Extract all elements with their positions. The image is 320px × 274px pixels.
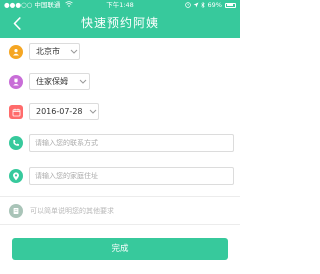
submit-button[interactable]: 完成 — [12, 238, 228, 260]
date-value: 2016-07-28 — [36, 107, 83, 116]
chevron-down-icon — [70, 49, 78, 54]
worker-icon — [9, 75, 23, 89]
phone-icon — [9, 136, 23, 150]
bluetooth-icon — [201, 1, 206, 8]
phone-placeholder: 请输入您的联系方式 — [35, 139, 98, 147]
service-row: 住家保姆 — [0, 72, 240, 92]
date-select[interactable]: 2016-07-28 — [29, 103, 99, 120]
address-row: 请输入您的家庭住址 — [0, 165, 240, 187]
phone-row: 请输入您的联系方式 — [0, 132, 240, 154]
city-select[interactable]: 北京市 — [29, 43, 80, 60]
chevron-down-icon — [89, 109, 97, 114]
status-bar: ●●●○○ 中国联通 下午1:48 69% — [0, 0, 240, 11]
service-select[interactable]: 住家保姆 — [29, 73, 90, 90]
address-placeholder: 请输入您的家庭住址 — [35, 172, 98, 180]
date-row: 2016-07-28 — [0, 102, 240, 122]
app-header: ●●●○○ 中国联通 下午1:48 69% 快速预约阿姨 — [0, 0, 240, 38]
battery-percent: 69% — [207, 1, 222, 9]
chevron-down-icon — [79, 79, 87, 84]
divider — [0, 196, 240, 197]
phone-input[interactable]: 请输入您的联系方式 — [29, 134, 234, 152]
remark-input[interactable]: 可以简单说明您的其他要求 — [30, 205, 114, 217]
service-value: 住家保姆 — [36, 77, 68, 86]
note-icon — [9, 204, 23, 218]
remark-row[interactable]: 可以简单说明您的其他要求 — [0, 202, 240, 220]
battery-icon — [225, 2, 236, 8]
city-row: 北京市 — [0, 42, 240, 62]
location-person-icon — [9, 45, 23, 59]
address-input[interactable]: 请输入您的家庭住址 — [29, 167, 234, 185]
city-value: 北京市 — [36, 47, 60, 56]
alarm-icon — [185, 1, 191, 8]
map-pin-icon — [9, 169, 23, 183]
page-title: 快速预约阿姨 — [80, 16, 159, 30]
location-arrow-icon — [193, 2, 199, 7]
calendar-icon — [9, 105, 23, 119]
divider — [0, 224, 240, 225]
